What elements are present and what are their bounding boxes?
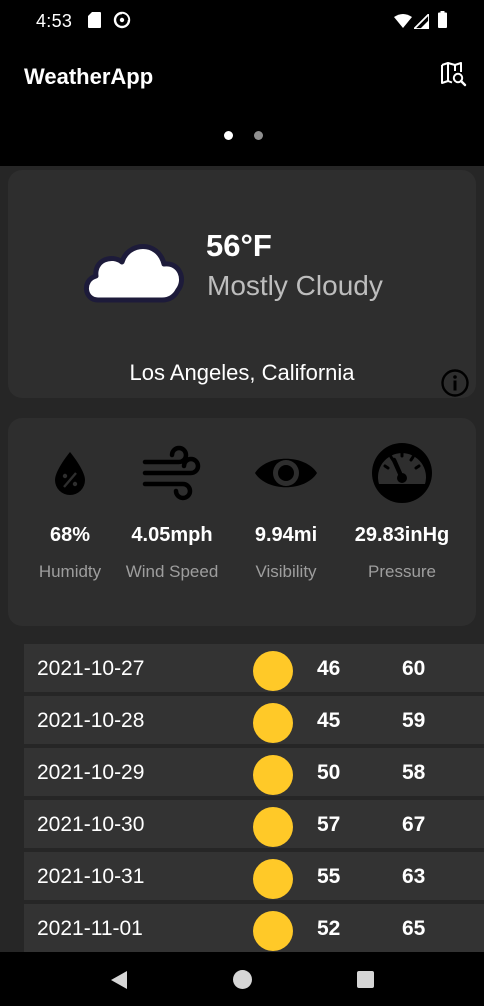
location-label: Los Angeles, California	[129, 360, 355, 385]
forecast-high: 59	[402, 709, 426, 732]
forecast-list[interactable]: 2021-10-27 46 60 2021-10-28 45 59 2021-1…	[24, 644, 484, 952]
forecast-row[interactable]: 2021-11-01 52 65	[24, 904, 484, 952]
forecast-low: 50	[317, 761, 341, 784]
forecast-row[interactable]: 2021-10-29 50 58	[24, 748, 484, 798]
forecast-row[interactable]: 2021-10-30 57 67	[24, 800, 484, 850]
forecast-high: 58	[402, 761, 426, 784]
page-dot-active[interactable]	[224, 131, 233, 140]
forecast-row[interactable]: 2021-10-31 55 63	[24, 852, 484, 902]
recents-icon[interactable]	[357, 971, 374, 988]
forecast-date: 2021-10-27	[37, 657, 145, 680]
forecast-date: 2021-10-31	[37, 865, 145, 888]
sun-icon	[253, 807, 293, 847]
forecast-low: 55	[317, 865, 341, 888]
stat-pressure: 29.83inHg Pressure	[342, 440, 462, 581]
stat-label: Pressure	[367, 562, 437, 581]
eye-icon	[255, 458, 317, 488]
forecast-high: 63	[402, 865, 426, 888]
stat-wind: 4.05mph Wind Speed	[112, 440, 232, 581]
forecast-date: 2021-11-01	[37, 917, 143, 940]
sun-icon	[253, 911, 293, 951]
forecast-high: 65	[402, 917, 426, 940]
sun-icon	[253, 755, 293, 795]
forecast-low: 57	[317, 813, 341, 836]
stat-value: 29.83inHg	[354, 524, 450, 546]
battery-icon	[438, 11, 447, 28]
sun-icon	[253, 703, 293, 743]
forecast-high: 67	[402, 813, 426, 836]
forecast-date: 2021-10-29	[37, 761, 145, 784]
system-nav-bar	[0, 952, 484, 1006]
wifi-icon	[394, 14, 412, 28]
info-icon[interactable]	[440, 368, 470, 398]
forecast-low: 45	[317, 709, 341, 732]
forecast-low: 52	[317, 917, 341, 940]
signal-icon	[414, 14, 429, 29]
stat-visibility: 9.94mi Visibility	[226, 440, 346, 581]
forecast-row[interactable]: 2021-10-28 45 59	[24, 696, 484, 746]
weather-stats-card: 68% Humidty 4.05mph Wind Speed 9.94mi Vi…	[8, 418, 476, 626]
gauge-icon	[372, 443, 432, 503]
sync-icon	[113, 11, 131, 29]
current-temperature: 56°F	[206, 228, 272, 263]
sd-card-icon	[88, 12, 101, 28]
app-title: WeatherApp	[24, 64, 154, 89]
humidity-drop-icon	[55, 452, 85, 495]
forecast-date: 2021-10-28	[37, 709, 145, 732]
forecast-low: 46	[317, 657, 341, 680]
forecast-date: 2021-10-30	[37, 813, 145, 836]
app-bar: WeatherApp	[0, 44, 484, 166]
page-dot-inactive[interactable]	[254, 131, 263, 140]
page-indicator	[0, 127, 484, 143]
back-icon[interactable]	[110, 970, 128, 990]
forecast-high: 60	[402, 657, 426, 680]
sun-icon	[253, 859, 293, 899]
current-condition: Mostly Cloudy	[207, 270, 383, 301]
map-search-icon[interactable]	[438, 59, 468, 89]
status-bar: 4:53	[0, 0, 484, 44]
sun-icon	[253, 651, 293, 691]
home-icon[interactable]	[233, 970, 252, 989]
wind-icon	[142, 445, 201, 501]
forecast-row[interactable]: 2021-10-27 46 60	[24, 644, 484, 694]
cloud-icon	[84, 244, 184, 303]
current-weather-card: 56°F Mostly Cloudy Los Angeles, Californ…	[8, 170, 476, 398]
status-time: 4:53	[36, 11, 73, 31]
content-area[interactable]: 56°F Mostly Cloudy Los Angeles, Californ…	[0, 166, 484, 952]
